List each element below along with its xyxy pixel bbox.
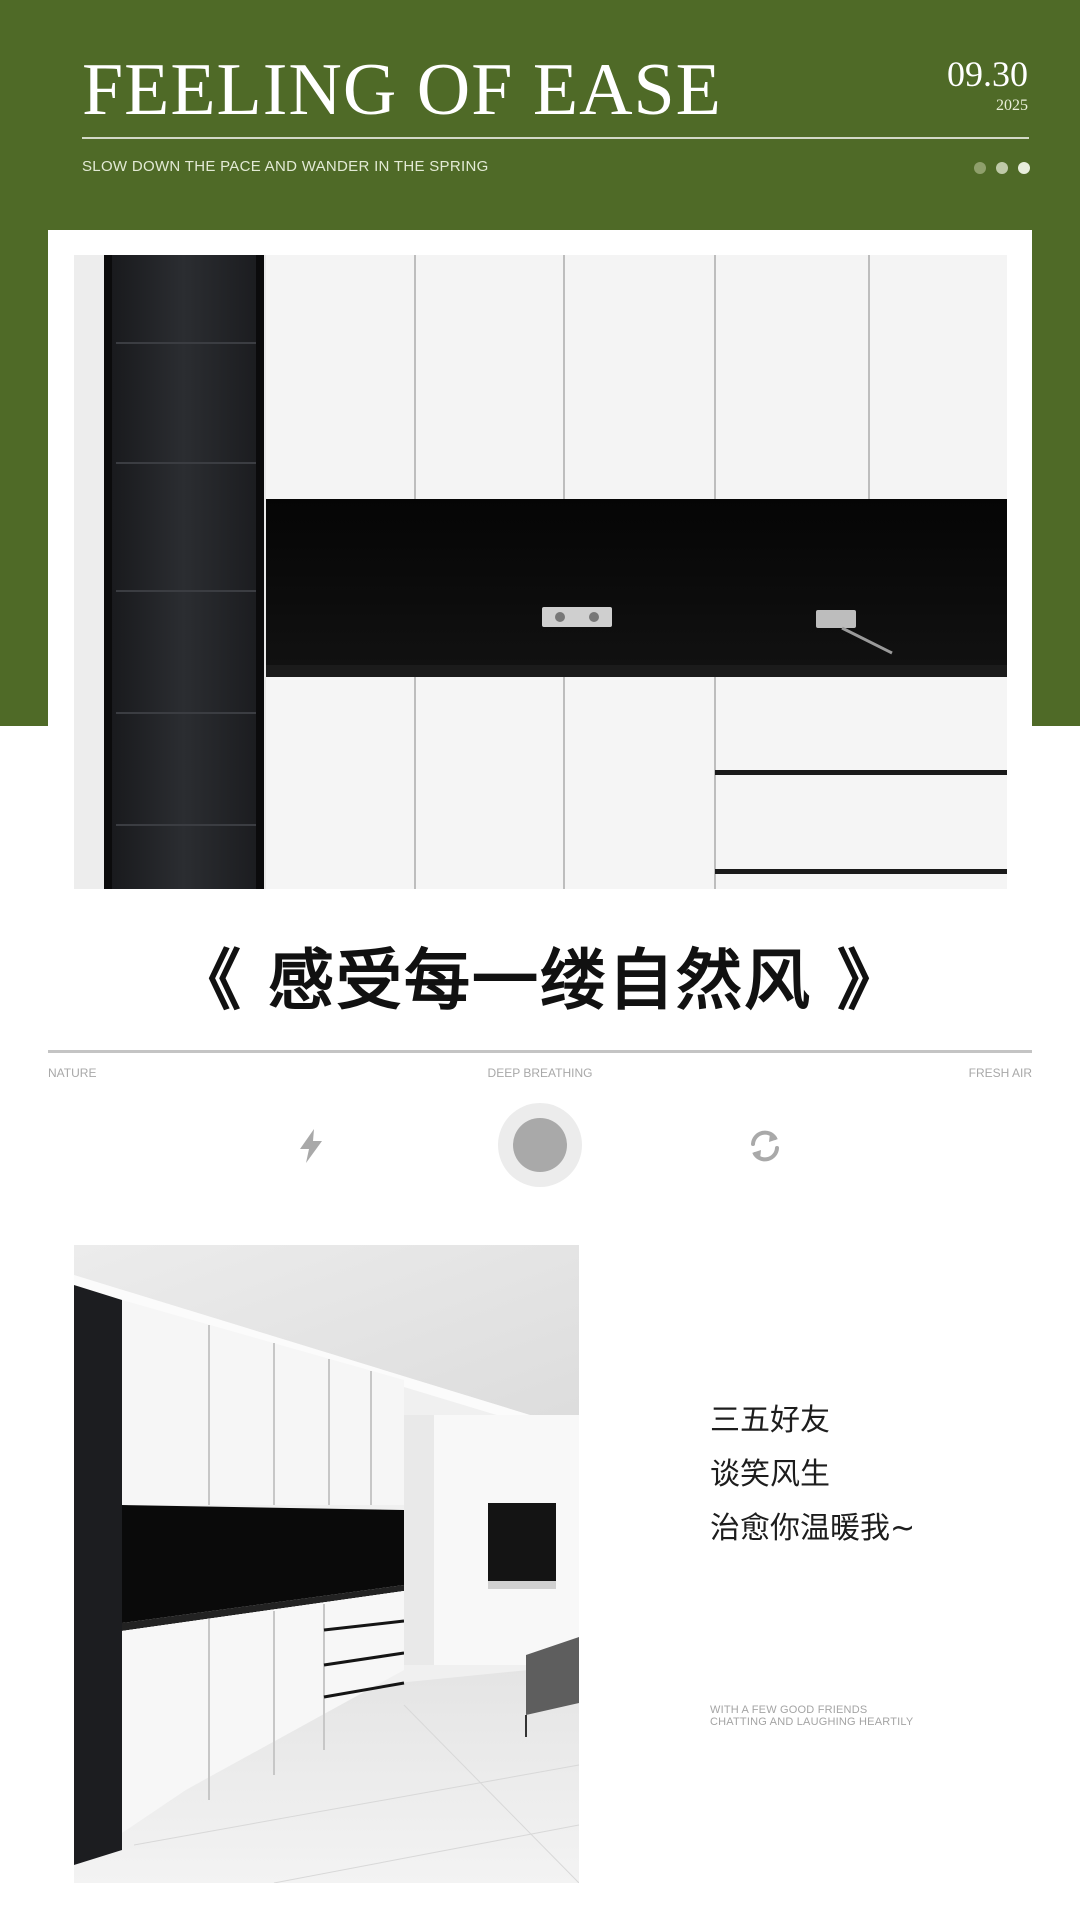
poem-text: 三五好友 谈笑风生 治愈你温暖我~ xyxy=(710,1394,915,1556)
circle-button-inner xyxy=(513,1118,567,1172)
label-deep-breathing: DEEP BREATHING xyxy=(487,1066,593,1080)
date-label: 09.30 xyxy=(947,54,1028,94)
section-heading: 《 感受每一缕自然风 》 xyxy=(175,941,905,1019)
poem-english-caption: WITH A FEW GOOD FRIENDS CHATTING AND LAU… xyxy=(710,1704,913,1728)
header-divider xyxy=(82,137,1029,139)
poem-line: 治愈你温暖我~ xyxy=(710,1511,916,1546)
cabinet-wall-photo xyxy=(74,255,1007,889)
bolt-icon[interactable] xyxy=(296,1128,326,1164)
label-fresh-air: FRESH AIR xyxy=(968,1066,1032,1080)
pagination-dot[interactable] xyxy=(974,162,986,174)
poem-line: 三五好友 xyxy=(710,1403,830,1438)
caption-line: WITH A FEW GOOD FRIENDS xyxy=(710,1704,868,1716)
refresh-icon[interactable] xyxy=(746,1127,784,1165)
header-subtitle: SLOW DOWN THE PACE AND WANDER IN THE SPR… xyxy=(82,158,489,175)
poem-line: 谈笑风生 xyxy=(710,1457,830,1492)
page-title: FEELING OF EASE xyxy=(82,49,722,131)
pagination-dot-active[interactable] xyxy=(1018,162,1030,174)
section-divider xyxy=(48,1050,1032,1053)
pagination-dot[interactable] xyxy=(996,162,1008,174)
year-label: 2025 xyxy=(996,97,1028,114)
caption-line: CHATTING AND LAUGHING HEARTILY xyxy=(710,1716,914,1728)
living-room-photo xyxy=(74,1245,579,1883)
circle-button-icon[interactable] xyxy=(498,1103,582,1187)
pagination-dots xyxy=(974,162,1030,174)
